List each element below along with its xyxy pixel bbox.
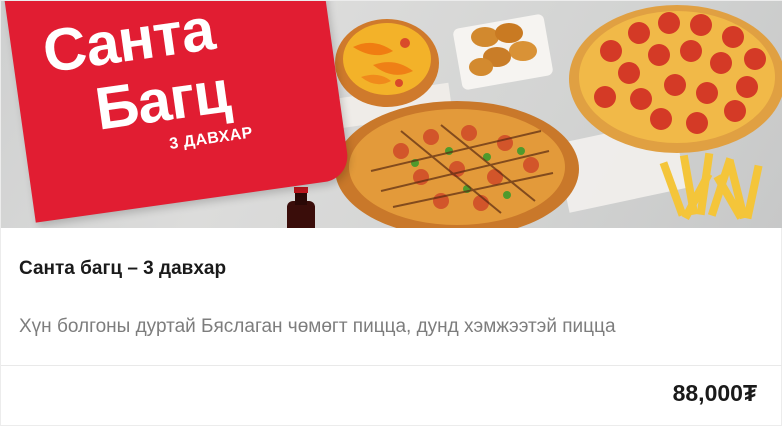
- pepperoni-pizza: [569, 5, 782, 153]
- product-description: Хүн болгоны дуртай Бяслаган чөмөгт пицца…: [19, 316, 616, 337]
- peach-pizza: [335, 19, 439, 107]
- product-card[interactable]: Санта Багц 3 ДАВХАР Санта багц – 3 давха…: [0, 0, 782, 426]
- product-title[interactable]: Санта багц – 3 давхар: [19, 258, 226, 280]
- cola-bottle: [287, 187, 315, 228]
- nuggets-box: [453, 14, 553, 90]
- product-price: 88,000₮: [672, 380, 757, 406]
- divider: [1, 365, 782, 366]
- product-image[interactable]: Санта Багц 3 ДАВХАР: [1, 1, 782, 228]
